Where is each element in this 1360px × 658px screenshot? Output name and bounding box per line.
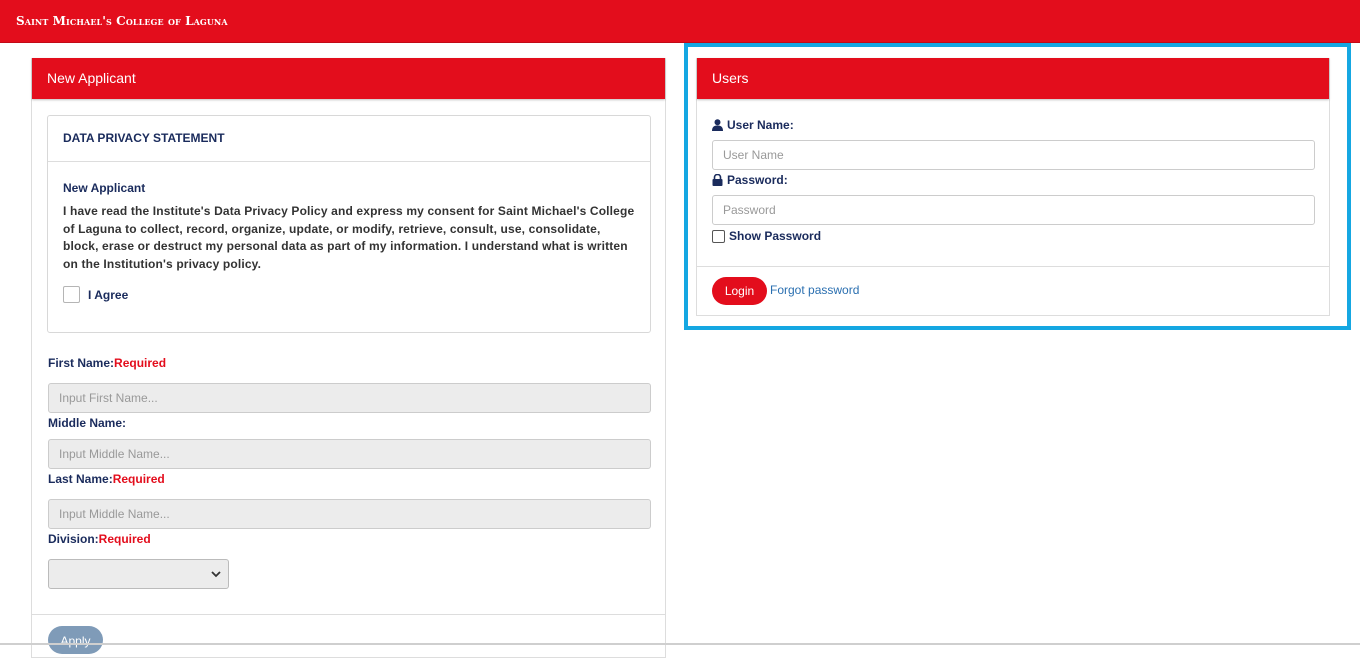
middle-name-label: Middle Name: xyxy=(48,416,126,430)
division-required: Required xyxy=(98,532,151,546)
username-label-text: User Name: xyxy=(727,118,794,132)
show-password-checkbox[interactable] xyxy=(712,229,725,243)
privacy-title: DATA PRIVACY STATEMENT xyxy=(48,116,650,162)
last-name-label-text: Last Name: xyxy=(48,472,113,486)
chevron-down-icon xyxy=(211,571,221,578)
last-name-required: Required xyxy=(112,472,165,486)
password-label-text: Password: xyxy=(727,173,788,187)
forgot-password-link[interactable]: Forgot password xyxy=(770,283,859,297)
data-privacy-box: DATA PRIVACY STATEMENT New Applicant I h… xyxy=(47,115,651,333)
first-name-label: First Name:Required xyxy=(48,356,166,370)
first-name-input[interactable] xyxy=(48,383,651,413)
show-password-label[interactable]: Show Password xyxy=(729,229,821,243)
last-name-input[interactable] xyxy=(48,499,651,529)
users-login-panel: Users User Name: Password: Show Password… xyxy=(696,58,1330,316)
privacy-subtitle: New Applicant xyxy=(63,181,146,195)
first-name-required: Required xyxy=(114,356,167,370)
password-label: Password: xyxy=(712,173,788,187)
new-applicant-panel-title: New Applicant xyxy=(32,58,665,99)
apply-button[interactable]: Apply xyxy=(48,626,103,654)
show-password-row[interactable]: Show Password xyxy=(712,229,821,243)
username-label: User Name: xyxy=(712,118,794,132)
agree-row[interactable]: I Agree xyxy=(63,286,128,303)
division-label: Division:Required xyxy=(48,532,151,546)
agree-checkbox[interactable] xyxy=(63,286,80,303)
brand-title[interactable]: Saint Michael's College of Laguna xyxy=(16,14,228,28)
privacy-body: New Applicant I have read the Institute'… xyxy=(48,162,650,273)
password-input[interactable] xyxy=(712,195,1315,225)
middle-name-label-text: Middle Name: xyxy=(48,416,127,430)
users-footer-divider xyxy=(697,266,1329,267)
first-name-label-text: First Name: xyxy=(48,356,115,370)
footer-divider xyxy=(32,614,665,615)
last-name-label: Last Name:Required xyxy=(48,472,165,486)
username-input[interactable] xyxy=(712,140,1315,170)
user-icon xyxy=(712,119,723,131)
lock-icon xyxy=(712,174,723,186)
division-select[interactable] xyxy=(48,559,229,589)
login-button[interactable]: Login xyxy=(712,277,767,305)
top-navbar: Saint Michael's College of Laguna xyxy=(0,0,1360,43)
division-label-text: Division: xyxy=(48,532,99,546)
privacy-statement-text: I have read the Institute's Data Privacy… xyxy=(63,204,635,271)
middle-name-input[interactable] xyxy=(48,439,651,469)
agree-label[interactable]: I Agree xyxy=(88,288,128,302)
new-applicant-panel: New Applicant DATA PRIVACY STATEMENT New… xyxy=(31,58,666,658)
users-panel-title: Users xyxy=(697,58,1329,99)
